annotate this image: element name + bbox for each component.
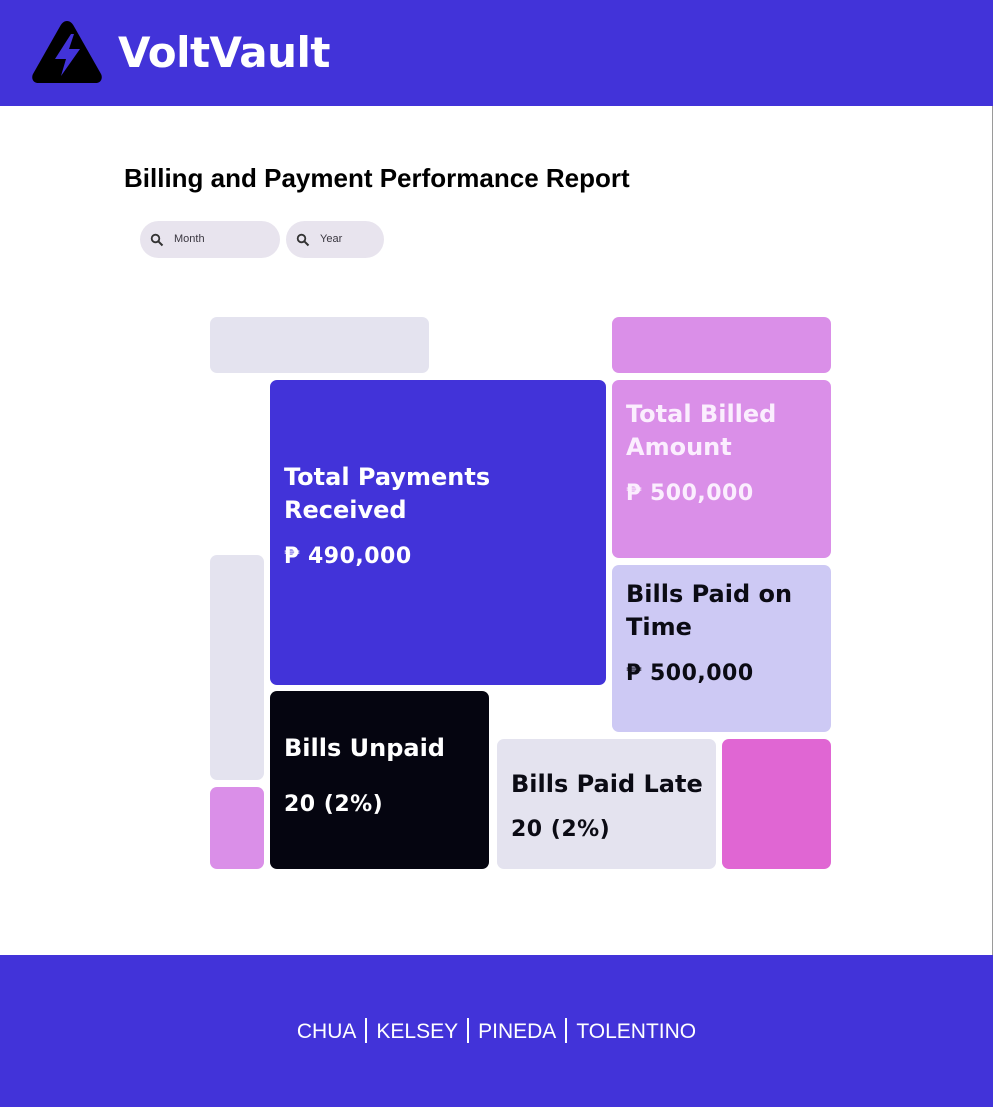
- search-icon: [150, 233, 164, 247]
- paid-on-time-title: Bills Paid on Time: [626, 580, 793, 641]
- page-title: Billing and Payment Performance Report: [124, 163, 630, 193]
- total-billed-title: Total Billed Amount: [626, 400, 777, 461]
- unpaid-value: 20 (2%): [284, 792, 384, 817]
- brand-name[interactable]: VoltVault: [118, 25, 330, 81]
- credit-divider: [565, 1018, 568, 1043]
- search-icon: [296, 233, 310, 247]
- total-payments-title: Total Payments Received: [284, 463, 491, 524]
- paid-late-card[interactable]: Bills Paid Late 20 (2%): [497, 739, 716, 869]
- month-placeholder: Month: [174, 233, 205, 245]
- paid-on-time-value: ₱ 500,000: [626, 661, 754, 686]
- total-payments-card[interactable]: Total Payments Received ₱ 490,000: [270, 380, 606, 685]
- credit-name: KELSEY: [376, 1020, 459, 1043]
- total-payments-value: ₱ 490,000: [284, 544, 412, 569]
- paid-late-title: Bills Paid Late: [511, 770, 703, 798]
- month-search-input[interactable]: Month: [140, 221, 280, 258]
- lightning-warning-icon[interactable]: [30, 18, 104, 85]
- app-header: VoltVault: [0, 0, 993, 106]
- decorative-tile: [722, 739, 831, 869]
- credit-name: PINEDA: [478, 1020, 557, 1043]
- decorative-tile: [210, 787, 264, 869]
- unpaid-card[interactable]: Bills Unpaid 20 (2%): [270, 691, 489, 869]
- year-search-input[interactable]: Year: [286, 221, 384, 258]
- credit-divider: [467, 1018, 470, 1043]
- decorative-tile: [210, 555, 264, 780]
- total-billed-card[interactable]: Total Billed Amount ₱ 500,000: [612, 380, 831, 558]
- paid-late-value: 20 (2%): [511, 817, 611, 842]
- year-placeholder: Year: [320, 233, 343, 245]
- decorative-tile: [612, 317, 831, 373]
- unpaid-title: Bills Unpaid: [284, 734, 445, 762]
- team-credits: CHUA KELSEY PINEDA TOLENTINO: [0, 1018, 993, 1046]
- paid-on-time-card[interactable]: Bills Paid on Time ₱ 500,000: [612, 565, 831, 732]
- credit-name: TOLENTINO: [576, 1020, 697, 1043]
- credit-name: CHUA: [296, 1020, 357, 1043]
- decorative-tile: [210, 317, 429, 373]
- credit-divider: [365, 1018, 368, 1043]
- total-billed-value: ₱ 500,000: [626, 481, 754, 506]
